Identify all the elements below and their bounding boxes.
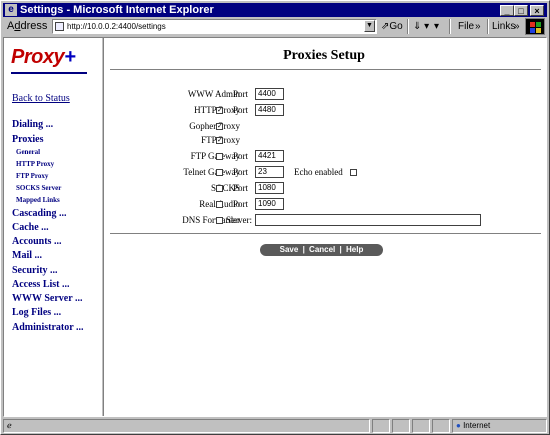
page-title: Proxies Setup xyxy=(283,48,365,63)
sidebar-item-access-list[interactable]: Access List ... xyxy=(12,279,70,290)
address-url: http://10.0.0.2:4400/settings xyxy=(67,22,166,31)
dns-forwarder-checkbox[interactable] xyxy=(216,217,223,224)
server-label: Server: xyxy=(226,215,252,225)
back-arrow-icon: ⇓ xyxy=(413,21,422,32)
toolbar-separator xyxy=(407,19,409,34)
sidebar-item-mapped-links[interactable]: Mapped Links xyxy=(16,196,60,204)
globe-icon: ● xyxy=(456,421,461,430)
echo-enabled-checkbox[interactable] xyxy=(350,169,357,176)
ftp-gateway-checkbox[interactable] xyxy=(216,153,223,160)
ie-page-icon: ℯ xyxy=(7,421,12,430)
sidebar-item-www-server[interactable]: WWW Server ... xyxy=(12,293,82,304)
save-button[interactable]: Save xyxy=(279,244,300,256)
port-label: Port xyxy=(233,199,249,209)
toolbar-separator xyxy=(449,19,451,34)
telnet-gateway-label: Telnet Gateway xyxy=(183,167,240,177)
sidebar: Proxy+ Back to Status Dialing ... Proxie… xyxy=(4,38,101,416)
dns-server-input[interactable] xyxy=(255,214,481,226)
divider xyxy=(110,69,541,71)
ftp-gateway-port-input[interactable]: 4421 xyxy=(255,150,284,162)
echo-enabled-label: Echo enabled xyxy=(294,167,343,177)
back-button[interactable]: ⇓ ▾ xyxy=(413,19,429,34)
real-audio-port-input[interactable]: 1090 xyxy=(255,198,284,210)
gopher-proxy-label: Gopher Proxy xyxy=(189,121,240,131)
close-button[interactable]: × xyxy=(530,5,544,16)
port-label: Port xyxy=(233,151,249,161)
window-title: Settings - Microsoft Internet Explorer xyxy=(20,4,214,16)
page-icon xyxy=(55,22,64,31)
file-menu[interactable]: File xyxy=(458,19,474,34)
maximize-button[interactable]: □ xyxy=(514,5,528,16)
menu-dropdown-button[interactable]: ▾ xyxy=(434,19,439,34)
links-chevron-icon[interactable]: » xyxy=(514,19,520,34)
gopher-proxy-checkbox[interactable]: ✓ xyxy=(216,123,223,130)
port-label: Port xyxy=(233,167,249,177)
sidebar-item-mail[interactable]: Mail ... xyxy=(12,250,42,261)
http-proxy-checkbox[interactable]: ✓ xyxy=(216,107,223,114)
minimize-button[interactable]: _ xyxy=(500,5,514,16)
http-proxy-port-input[interactable]: 4480 xyxy=(255,104,284,116)
page-content: Proxy+ Back to Status Dialing ... Proxie… xyxy=(3,37,547,417)
action-button-bar: Save | Cancel | Help xyxy=(260,244,383,256)
zone-label: Internet xyxy=(463,421,491,430)
telnet-gateway-port-input[interactable]: 23 xyxy=(255,166,284,178)
button-separator: | xyxy=(339,245,342,254)
sidebar-item-http-proxy[interactable]: HTTP Proxy xyxy=(16,160,54,168)
sidebar-item-administrator[interactable]: Administrator ... xyxy=(12,322,83,333)
port-label: Port xyxy=(233,183,249,193)
divider xyxy=(110,233,541,235)
sidebar-item-log-files[interactable]: Log Files ... xyxy=(12,307,61,318)
address-label: Address xyxy=(7,20,48,32)
toolbar-separator xyxy=(487,19,489,34)
status-panel xyxy=(412,419,430,433)
file-menu-chevron-icon[interactable]: » xyxy=(475,19,481,34)
help-button[interactable]: Help xyxy=(345,244,364,256)
status-bar: ℯ ● Internet xyxy=(3,419,547,433)
sidebar-item-dialing[interactable]: Dialing ... xyxy=(12,119,53,130)
ie-logo-icon: e xyxy=(5,4,17,16)
status-panel xyxy=(372,419,390,433)
zone-panel: ● Internet xyxy=(452,419,547,433)
windows-logo-icon xyxy=(525,18,545,35)
cancel-button[interactable]: Cancel xyxy=(308,244,336,256)
title-bar: e Settings - Microsoft Internet Explorer… xyxy=(3,3,547,17)
links-button[interactable]: Links xyxy=(492,19,515,34)
status-text-panel: ℯ xyxy=(3,419,370,433)
go-button[interactable]: ⇗Go xyxy=(381,19,403,34)
socks-port-input[interactable]: 1080 xyxy=(255,182,284,194)
sidebar-item-general[interactable]: General xyxy=(16,148,40,156)
sidebar-item-accounts[interactable]: Accounts ... xyxy=(12,236,61,247)
sidebar-item-ftp-proxy[interactable]: FTP Proxy xyxy=(16,172,48,180)
status-panel xyxy=(392,419,410,433)
sidebar-item-cascading[interactable]: Cascading ... xyxy=(12,208,66,219)
www-admin-port-input[interactable]: 4400 xyxy=(255,88,284,100)
telnet-gateway-checkbox[interactable] xyxy=(216,169,223,176)
address-input[interactable]: http://10.0.0.2:4400/settings ▼ xyxy=(52,19,377,34)
browser-window: e Settings - Microsoft Internet Explorer… xyxy=(0,0,550,435)
back-to-status-link[interactable]: Back to Status xyxy=(12,93,70,104)
main-panel: Proxies Setup WWW Admin Port 4400 HTTP P… xyxy=(104,38,544,416)
sidebar-item-cache[interactable]: Cache ... xyxy=(12,222,49,233)
sidebar-item-security[interactable]: Security ... xyxy=(12,265,58,276)
ftp-proxy-checkbox[interactable]: ✓ xyxy=(216,137,223,144)
logo-underline xyxy=(11,72,87,74)
port-label: Port xyxy=(233,89,249,99)
button-separator: | xyxy=(302,245,305,254)
proxy-plus-logo: Proxy+ xyxy=(11,46,76,68)
sidebar-item-proxies[interactable]: Proxies xyxy=(12,134,43,145)
port-label: Port xyxy=(233,105,249,115)
real-audio-checkbox[interactable] xyxy=(216,201,223,208)
address-toolbar: Address http://10.0.0.2:4400/settings ▼ … xyxy=(3,18,547,36)
address-dropdown-button[interactable]: ▼ xyxy=(364,20,375,32)
socks-checkbox[interactable] xyxy=(216,185,223,192)
sidebar-item-socks-server[interactable]: SOCKS Server xyxy=(16,184,61,192)
status-panel xyxy=(432,419,450,433)
